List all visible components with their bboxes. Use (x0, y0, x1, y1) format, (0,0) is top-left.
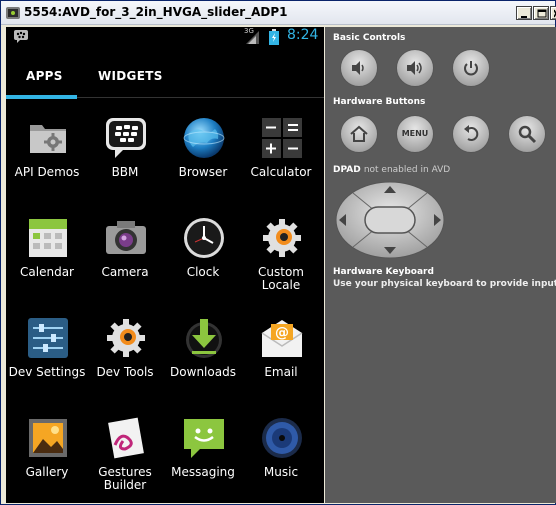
app-label: Camera (101, 265, 149, 279)
gear-icon (107, 319, 145, 357)
volume-down-icon (352, 61, 364, 75)
dpad-title: DPAD not enabled in AVD (333, 165, 451, 175)
gallery-icon (29, 419, 67, 457)
close-button[interactable] (550, 6, 556, 20)
emulator-window: 5554:AVD_for_3_2in_HVGA_slider_ADP1 3G 8… (0, 0, 556, 505)
hardware-keyboard-note: Use your physical keyboard to provide in… (333, 279, 556, 289)
app-label: Dev Tools (96, 365, 154, 379)
svg-text:@: @ (275, 325, 289, 341)
app-label: Messaging (171, 465, 235, 479)
app-label: Email (264, 365, 298, 379)
back-button[interactable] (452, 115, 490, 153)
home-button[interactable] (340, 115, 378, 153)
title-bar[interactable]: 5554:AVD_for_3_2in_HVGA_slider_ADP1 (1, 1, 556, 25)
power-icon (464, 61, 478, 76)
app-label: Gallery (25, 465, 69, 479)
menu-label: MENU (401, 129, 429, 138)
hardware-buttons-title: Hardware Buttons (333, 97, 426, 107)
app-label: API Demos (14, 165, 80, 179)
app-custom-locale[interactable]: Custom Locale (242, 201, 320, 301)
globe-icon (183, 118, 225, 158)
emulator-controls-panel: Basic Controls Hardware Buttons MENU DPA… (325, 27, 556, 503)
app-api-demos[interactable]: API Demos (8, 101, 86, 201)
maximize-icon (537, 9, 547, 18)
app-email[interactable]: @ Email (242, 301, 320, 401)
hardware-keyboard-title: Hardware Keyboard (333, 267, 434, 277)
maximize-button[interactable] (533, 6, 549, 20)
calendar-icon (29, 219, 67, 257)
app-messaging[interactable]: Messaging (164, 401, 242, 501)
settings-sliders-icon (28, 318, 68, 358)
app-calendar[interactable]: Calendar (8, 201, 86, 301)
folder-gear-icon (30, 125, 66, 153)
bbm-notification-icon (14, 30, 28, 43)
volume-up-icon (407, 61, 422, 75)
app-calculator[interactable]: Calculator (242, 101, 320, 201)
basic-controls-title: Basic Controls (333, 33, 406, 43)
email-icon: @ (261, 320, 303, 357)
app-label: Downloads (170, 365, 236, 379)
search-button[interactable] (508, 115, 546, 153)
dpad-control[interactable] (335, 181, 445, 259)
download-icon (186, 319, 222, 358)
device-screen[interactable]: 3G 8:24 APPS WIDGETS API Demos BBM Brows… (6, 27, 324, 503)
app-window-icon (6, 7, 20, 19)
tab-apps[interactable]: APPS (26, 69, 63, 83)
app-music[interactable]: Music (242, 401, 320, 501)
tab-selected-indicator (6, 95, 77, 99)
back-icon (464, 125, 479, 141)
music-icon (262, 418, 302, 458)
app-dev-settings[interactable]: Dev Settings (8, 301, 86, 401)
minimize-icon (521, 16, 527, 18)
app-label: Calendar (20, 265, 74, 279)
dpad-note: not enabled in AVD (363, 165, 451, 175)
app-clock[interactable]: Clock (164, 201, 242, 301)
app-gestures-builder[interactable]: Gestures Builder (86, 401, 164, 501)
app-dev-tools[interactable]: Dev Tools (86, 301, 164, 401)
gear-icon (263, 219, 301, 257)
clock-icon (184, 218, 224, 258)
tab-divider (77, 97, 324, 98)
tab-bar: APPS WIDGETS (6, 47, 324, 99)
app-label: Gestures Builder (98, 465, 152, 492)
menu-button[interactable]: MENU (396, 115, 434, 153)
signal-icon (246, 31, 259, 44)
home-icon (350, 125, 368, 142)
search-icon (518, 125, 537, 144)
app-label: BBM (111, 165, 139, 179)
app-label: Dev Settings (8, 365, 86, 379)
camera-icon (106, 221, 146, 254)
status-bar: 3G 8:24 (6, 27, 324, 47)
app-bbm[interactable]: BBM (86, 101, 164, 201)
minimize-button[interactable] (516, 6, 532, 20)
battery-icon (269, 29, 279, 45)
tab-widgets[interactable]: WIDGETS (98, 69, 163, 83)
power-button[interactable] (452, 49, 490, 87)
app-gallery[interactable]: Gallery (8, 401, 86, 501)
gestures-icon (108, 417, 144, 459)
app-browser[interactable]: Browser (164, 101, 242, 201)
app-label: Custom Locale (258, 265, 304, 292)
app-label: Music (263, 465, 299, 479)
window-title: 5554:AVD_for_3_2in_HVGA_slider_ADP1 (24, 5, 288, 19)
status-clock: 8:24 (287, 27, 319, 43)
bbm-icon (106, 118, 146, 158)
calculator-icon (262, 118, 302, 158)
app-label: Browser (178, 165, 228, 179)
app-downloads[interactable]: Downloads (164, 301, 242, 401)
app-label: Clock (186, 265, 220, 279)
volume-down-button[interactable] (340, 49, 378, 87)
volume-up-button[interactable] (396, 49, 434, 87)
app-camera[interactable]: Camera (86, 201, 164, 301)
messaging-icon (184, 419, 224, 458)
app-label: Calculator (250, 165, 312, 179)
